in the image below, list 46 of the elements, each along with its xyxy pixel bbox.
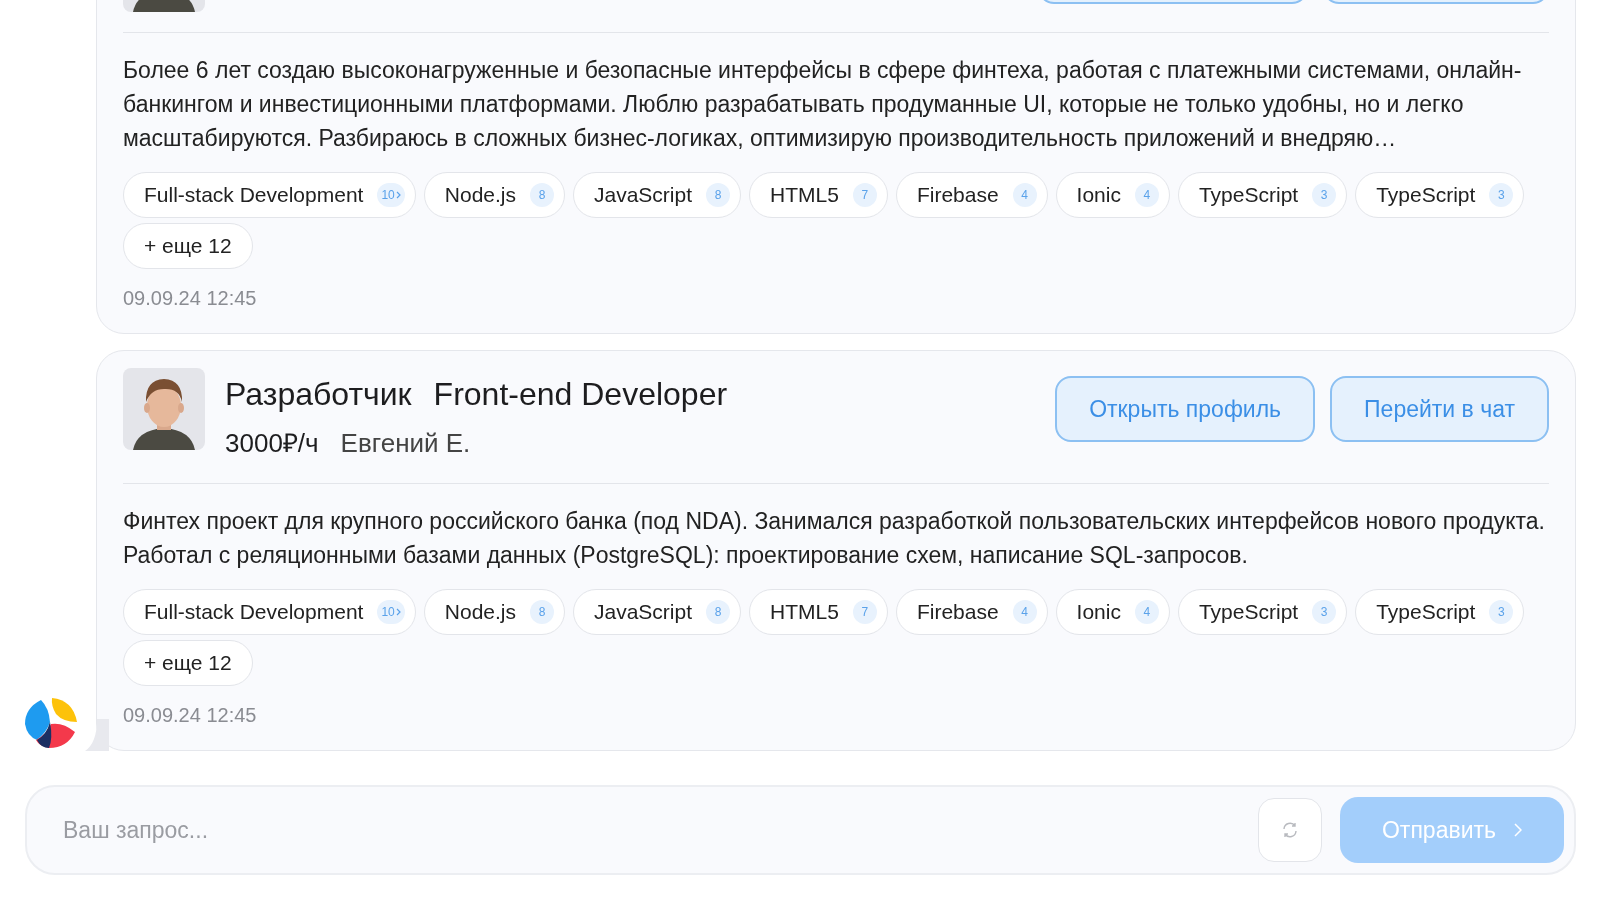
description: Более 6 лет создаю высоконагруженные и безопасные интерфейсы в сфере финтеха, работая с платежными системами, онлайн-банкингом и инвестиционными платформами. Люблю разрабатывать продуманные UI, которые не только удобны, но и легко масштабируются. Разбираюсь в сложных бизнес-логиках, оптимизирую производительность приложений и внедряю… bbox=[123, 56, 1523, 153]
count-badge: 10 bbox=[377, 600, 405, 624]
skill-tag[interactable]: TypeScript 3 bbox=[1355, 589, 1525, 635]
count-badge: 7 bbox=[852, 183, 877, 207]
count-badge: 8 bbox=[706, 600, 731, 624]
count-badge: 4 bbox=[1012, 600, 1037, 624]
description: Финтех проект для крупного российского банка (под NDA). Занимался разработкой пользовательских интерфейсов нового продукта. Работал с реляционными базами данных (PostgreSQL): проектирование схем, написание SQL-запросов. bbox=[123, 507, 1546, 570]
skill-tag[interactable]: JavaScript 8 bbox=[573, 589, 742, 635]
chevron-icon bbox=[1514, 823, 1522, 837]
hourly-rate: 3000₽/ч bbox=[225, 427, 319, 460]
skill-tag[interactable]: JavaScript 8 bbox=[573, 172, 742, 218]
skill-tag[interactable]: Ionic 4 bbox=[1055, 172, 1170, 218]
count-badge: 4 bbox=[1012, 183, 1037, 207]
candidate-name: Евгений Е. bbox=[340, 427, 471, 460]
count-badge: 8 bbox=[530, 183, 554, 207]
count-badge: 3 bbox=[1312, 600, 1337, 624]
assistant-logo-icon bbox=[23, 696, 79, 750]
count-badge: 10 bbox=[377, 183, 405, 207]
skill-tag[interactable]: HTML5 7 bbox=[749, 172, 888, 218]
skill-tag[interactable]: Full-stack Development 10 bbox=[123, 172, 416, 218]
timestamp: 09.09.24 12:45 bbox=[123, 286, 258, 311]
skill-tag[interactable]: Node.js 8 bbox=[423, 172, 565, 218]
more-tags-button[interactable]: + еще 12 bbox=[123, 640, 253, 686]
role-title: Разработчик bbox=[225, 375, 412, 414]
count-badge: 8 bbox=[530, 600, 554, 624]
skill-tag[interactable]: Ionic 4 bbox=[1055, 589, 1170, 635]
more-tags-button[interactable]: + еще 12 bbox=[123, 223, 253, 269]
refresh-icon bbox=[1281, 821, 1299, 839]
count-badge: 7 bbox=[852, 600, 877, 624]
count-badge: 3 bbox=[1489, 183, 1514, 207]
position-title: Front-end Developer bbox=[433, 375, 728, 414]
skill-tag[interactable]: TypeScript 3 bbox=[1355, 172, 1525, 218]
skill-tag[interactable]: Node.js 8 bbox=[423, 589, 565, 635]
refresh-button[interactable] bbox=[1258, 798, 1322, 862]
skill-tag[interactable]: Firebase 4 bbox=[895, 172, 1048, 218]
skill-tag[interactable]: TypeScript 3 bbox=[1177, 589, 1348, 635]
count-badge: 8 bbox=[706, 183, 731, 207]
skill-tag[interactable]: Firebase 4 bbox=[895, 589, 1048, 635]
skill-tag[interactable]: Full-stack Development 10 bbox=[123, 589, 416, 635]
count-badge: 3 bbox=[1312, 183, 1337, 207]
timestamp: 09.09.24 12:45 bbox=[123, 703, 258, 728]
count-badge: 3 bbox=[1489, 600, 1514, 624]
skill-tag[interactable]: HTML5 7 bbox=[749, 589, 888, 635]
skill-tag[interactable]: TypeScript 3 bbox=[1177, 172, 1348, 218]
count-badge: 4 bbox=[1134, 600, 1159, 624]
count-badge: 4 bbox=[1134, 183, 1159, 207]
